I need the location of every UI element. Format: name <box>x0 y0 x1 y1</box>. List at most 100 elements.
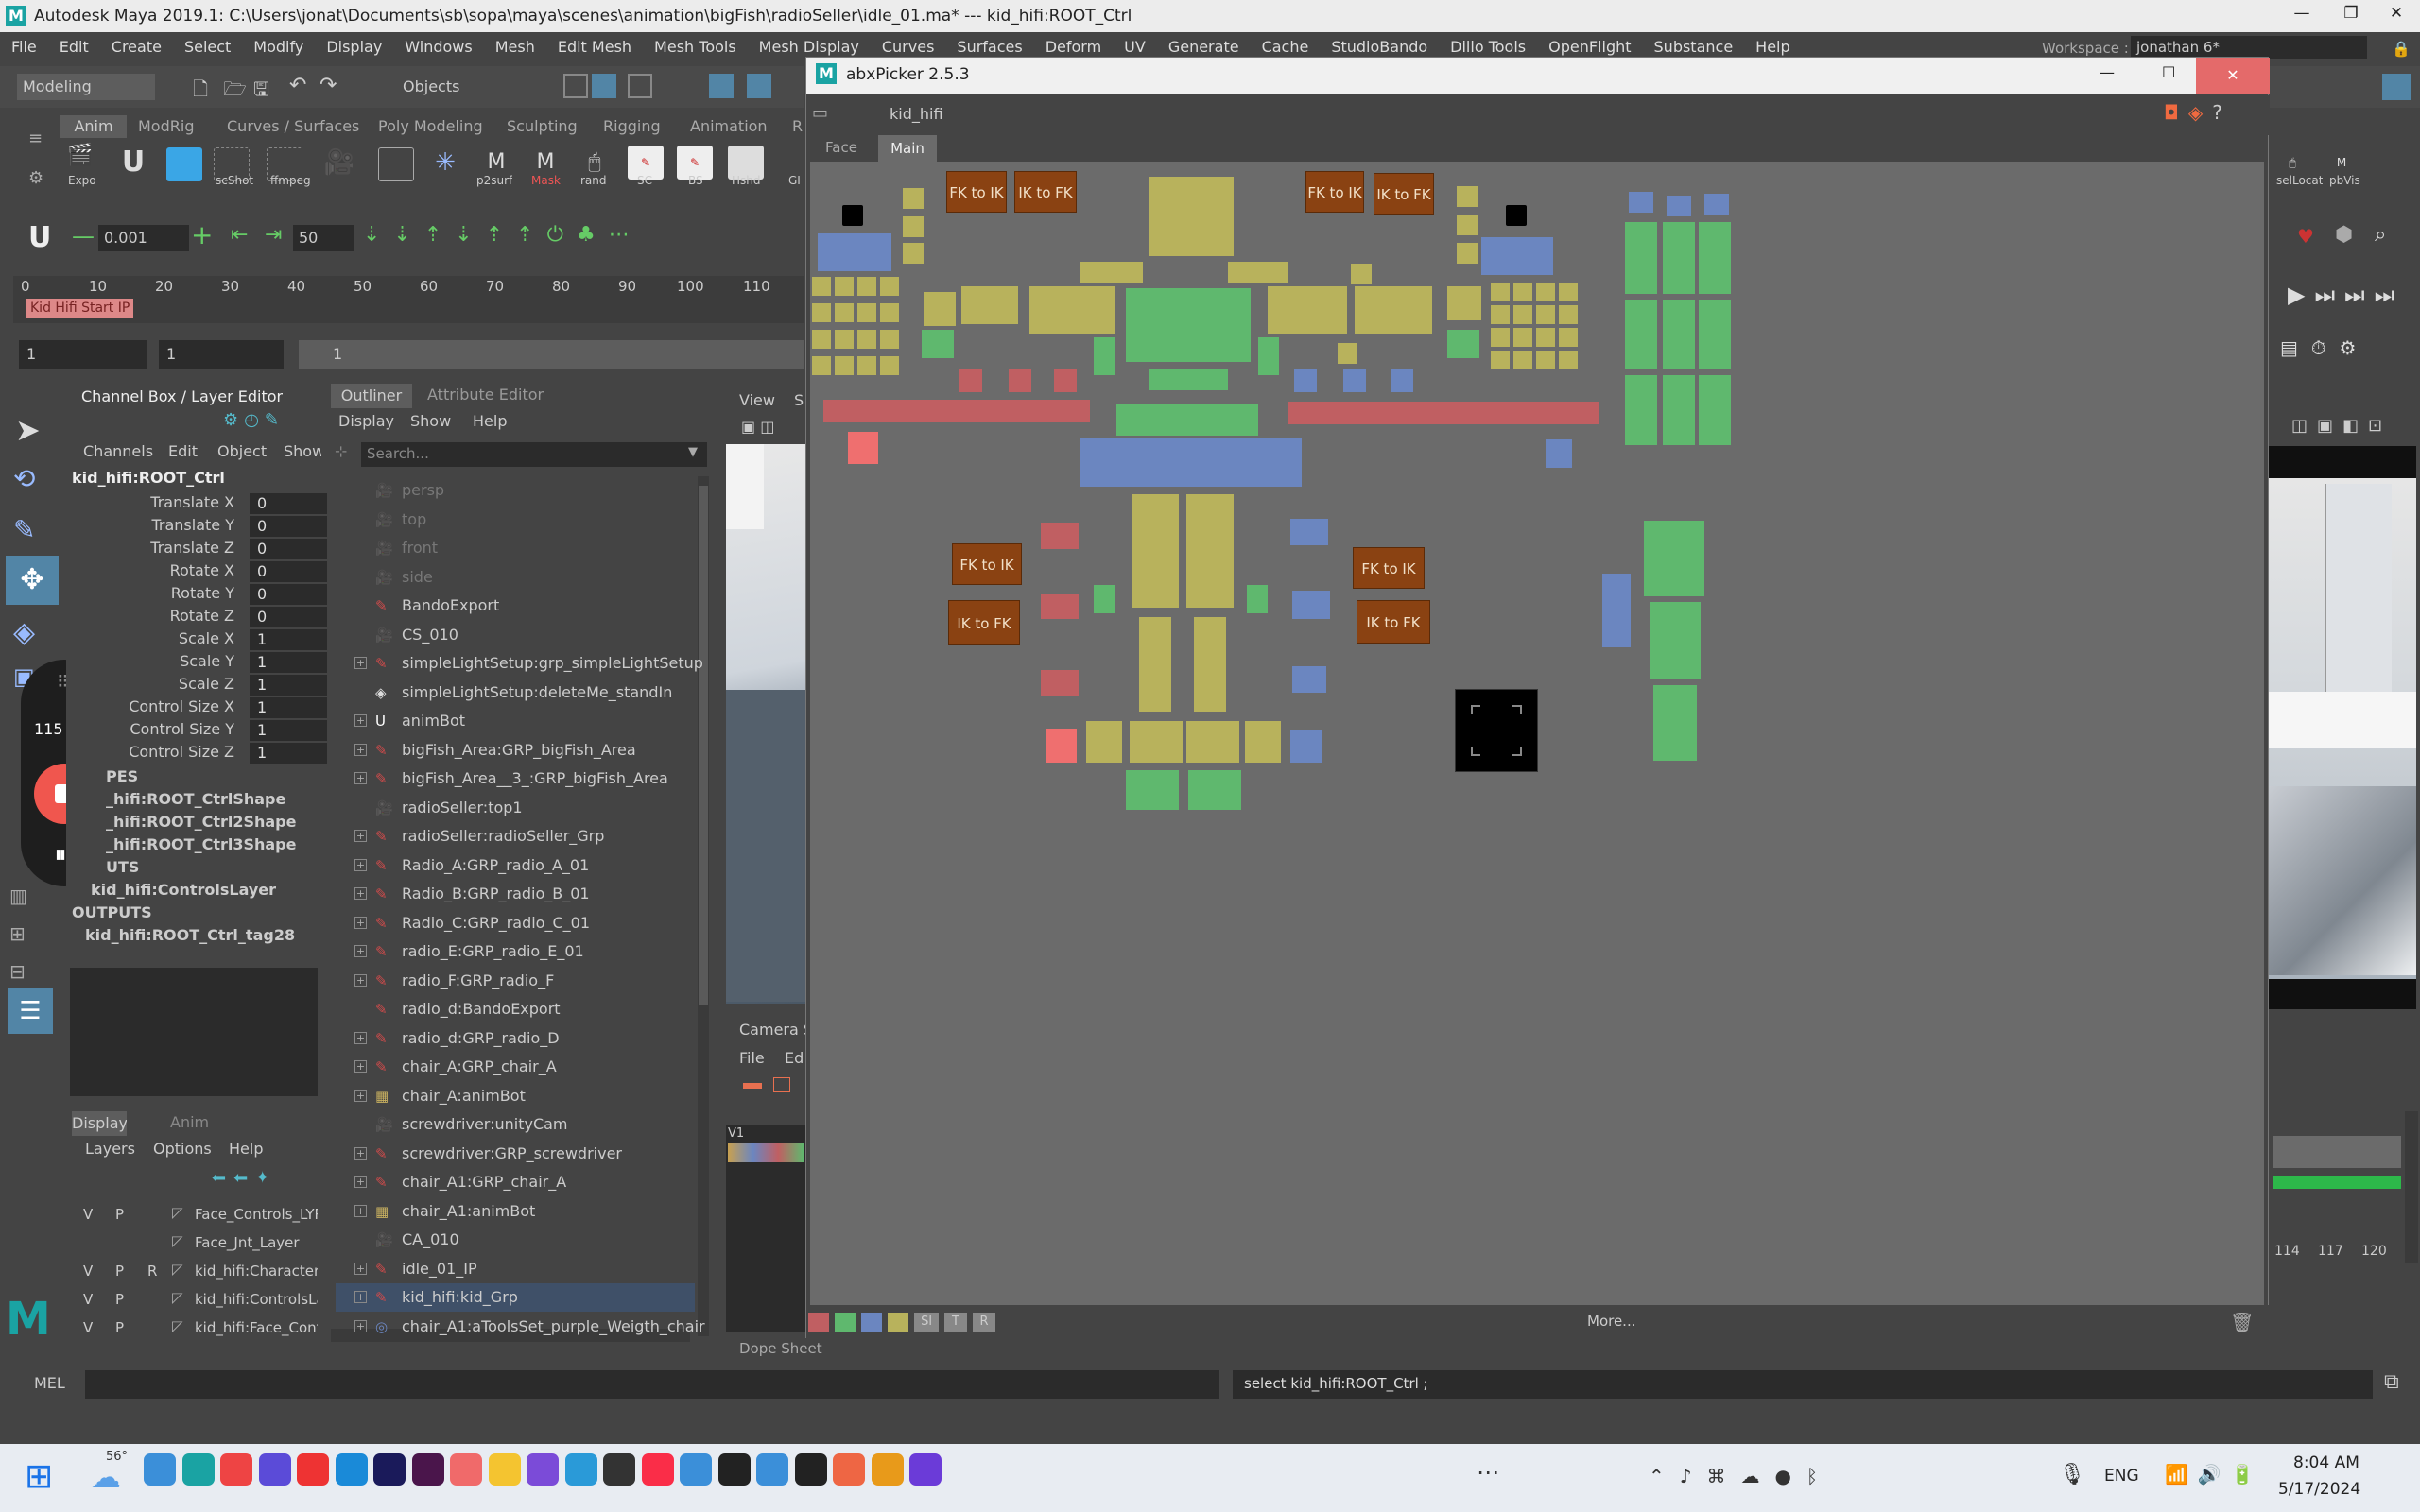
fk-to-ik-arm-l-button[interactable]: FK to IK <box>946 171 1007 213</box>
clock-date[interactable]: 5/17/2024 <box>2278 1480 2360 1499</box>
hand-l-finger-ctrl[interactable] <box>857 356 876 375</box>
snap-grid-icon[interactable] <box>563 74 588 98</box>
weather-icon[interactable]: ☁ <box>91 1459 121 1495</box>
hand-r-finger-ctrl[interactable] <box>1513 328 1532 347</box>
outliner-item[interactable]: + ✎ bigFish_Area:GRP_bigFish_Area <box>336 736 695 765</box>
hand-r-finger-ctrl[interactable] <box>1536 305 1555 324</box>
hand-r-finger-ctrl[interactable] <box>1513 351 1532 369</box>
more-apps-icon[interactable]: ⋯ <box>1477 1459 1499 1486</box>
chevron-down-icon[interactable]: ▼ <box>688 445 698 459</box>
toe-r-ctrl[interactable] <box>1188 770 1241 810</box>
fk-to-ik-leg-r-button[interactable]: FK to IK <box>1353 547 1425 589</box>
rib-r-ctrl[interactable] <box>1391 369 1413 392</box>
wrist-l-ctrl[interactable] <box>1009 369 1031 392</box>
hand-ik-r-ctrl[interactable] <box>1546 439 1572 468</box>
magnet-icon[interactable]: U <box>115 146 151 180</box>
outliner-item[interactable]: + ✎ kid_hifi:kid_Grp <box>336 1283 695 1312</box>
expand-icon[interactable]: + <box>354 1262 367 1275</box>
ankle-l-ctrl[interactable] <box>1130 721 1183 763</box>
outliner-item[interactable]: + ✎ chair_A1:GRP_chair_A <box>336 1168 695 1196</box>
color-swatch-green[interactable] <box>835 1313 856 1332</box>
finger-ctrl[interactable] <box>1629 192 1653 213</box>
outliner-menu-display[interactable]: Display <box>338 412 394 430</box>
affinity-icon[interactable] <box>527 1453 559 1486</box>
hand-l-finger-ctrl[interactable] <box>857 303 876 322</box>
toe-small-ctrl[interactable] <box>1653 685 1697 761</box>
finger-2-ctrl[interactable] <box>1663 222 1695 294</box>
snap-view-icon[interactable] <box>709 74 734 98</box>
hand-r-finger-ctrl[interactable] <box>1559 328 1578 347</box>
playback-controls[interactable]: ▶⏭⏭⏭ <box>2288 282 2404 308</box>
clock-time[interactable]: 8:04 AM <box>2293 1453 2360 1472</box>
hand-l-finger-ctrl[interactable] <box>880 277 899 296</box>
outliner-item[interactable]: + ✎ radioSeller:radioSeller_Grp <box>336 822 695 850</box>
layer-menu-options[interactable]: Options <box>153 1140 212 1158</box>
layer-tab-display[interactable]: Display <box>72 1111 127 1136</box>
layout-quad-icon[interactable]: ⊞ <box>9 922 26 945</box>
hand-r-finger-ctrl[interactable] <box>1513 283 1532 301</box>
shelf-tab-modrig[interactable]: ModRig <box>138 117 194 135</box>
expand-icon[interactable]: + <box>354 1089 367 1102</box>
cs-menu-edit[interactable]: Ed <box>785 1049 804 1067</box>
elbow-pole-l-ctrl[interactable] <box>959 369 982 392</box>
layer-menu-help[interactable]: Help <box>229 1140 263 1158</box>
lock-icon[interactable]: 🔒 <box>2392 40 2411 58</box>
clavicle-l-ctrl[interactable] <box>1029 286 1115 334</box>
layout-two-icon[interactable]: ⊟ <box>9 960 26 983</box>
cb-row-translate-x[interactable]: Translate X0 <box>68 493 382 516</box>
color-swatch-yellow[interactable] <box>888 1313 908 1332</box>
tool-value-2[interactable]: 50 <box>293 225 354 251</box>
expand-icon[interactable]: + <box>354 714 367 727</box>
vivaldi-icon[interactable] <box>297 1453 329 1486</box>
minus-icon[interactable]: — <box>72 223 95 249</box>
after-effects-icon[interactable] <box>373 1453 406 1486</box>
jaw-ctrl[interactable] <box>1228 262 1288 283</box>
terminal-icon[interactable] <box>794 1453 827 1486</box>
outliner-item[interactable]: 🎥 radioSeller:top1 <box>336 794 695 822</box>
edge-icon[interactable] <box>335 1453 368 1486</box>
viewport-toolbar-icons[interactable]: ▣ ◫ <box>741 418 774 436</box>
timeline[interactable]: 0 10 20 30 40 50 60 70 80 90 100 110 Kid… <box>13 276 804 323</box>
attribute-editor-tab[interactable]: Attribute Editor <box>427 386 544 404</box>
hand-ik-l-ctrl[interactable] <box>848 432 878 464</box>
picker-tab-face[interactable]: Face <box>825 139 857 156</box>
expand-icon[interactable]: + <box>354 1291 367 1303</box>
hand-l-finger-ctrl[interactable] <box>835 303 854 322</box>
outliner-item[interactable]: + UanimBot <box>336 707 695 735</box>
anim-prefs-icons[interactable]: ▤⏱⚙ <box>2280 336 2369 359</box>
hand-r-finger-ctrl[interactable] <box>1559 305 1578 324</box>
finger-3-ctrl[interactable] <box>1699 222 1731 294</box>
palm-r-ctrl[interactable] <box>1481 237 1553 275</box>
expand-icon[interactable]: + <box>354 858 367 871</box>
cb-menu-object[interactable]: Object <box>217 442 267 460</box>
outliner-item[interactable]: + ✎ Radio_B:GRP_radio_B_01 <box>336 880 695 908</box>
outliner-item[interactable]: + ▦ chair_A:animBot <box>336 1082 695 1110</box>
trash-icon[interactable]: 🗑 <box>2230 1311 2254 1333</box>
menu-modify[interactable]: Modify <box>242 32 315 62</box>
snap-surface-icon[interactable] <box>747 74 771 98</box>
language-indicator[interactable]: ENG <box>2104 1467 2139 1486</box>
viewport-3d-view[interactable] <box>726 444 807 1004</box>
picker-maximize-button[interactable]: ☐ <box>2162 63 2175 81</box>
cs-toolbar-icon[interactable] <box>743 1083 762 1089</box>
hand-r-finger-ctrl[interactable] <box>1536 328 1555 347</box>
neck-r-ctrl[interactable] <box>1351 264 1372 284</box>
cb-row-rotate-z[interactable]: Rotate Z0 <box>68 607 382 629</box>
snap-curve-icon[interactable] <box>592 74 616 98</box>
cb-menu-show[interactable]: Show <box>284 442 321 460</box>
elbow-l-ctrl[interactable] <box>922 330 954 358</box>
outliner-item[interactable]: + ✎ bigFish_Area__3_:GRP_bigFish_Area <box>336 765 695 793</box>
cb-row-control-size-z[interactable]: Control Size Z1 <box>68 743 382 765</box>
thigh-r-ctrl[interactable] <box>1186 494 1234 608</box>
expand-icon[interactable]: + <box>354 1031 367 1044</box>
arm-l-ctrl[interactable] <box>924 292 956 326</box>
slack-icon[interactable] <box>411 1453 444 1486</box>
outliner-item[interactable]: + ▦ chair_A1:animBot <box>336 1197 695 1226</box>
viewport-icons-right[interactable]: ◫▣◧⊡ <box>2291 416 2392 436</box>
neck-l-ctrl[interactable] <box>1080 262 1141 283</box>
cube-icon[interactable]: ⬢ <box>2335 223 2353 247</box>
ankle-r-ctrl[interactable] <box>1186 721 1239 763</box>
head-aim-ctrl[interactable] <box>903 216 924 237</box>
nudge-left-icon[interactable]: ⇤ <box>231 223 248 247</box>
outliner-menu-help[interactable]: Help <box>473 412 507 430</box>
